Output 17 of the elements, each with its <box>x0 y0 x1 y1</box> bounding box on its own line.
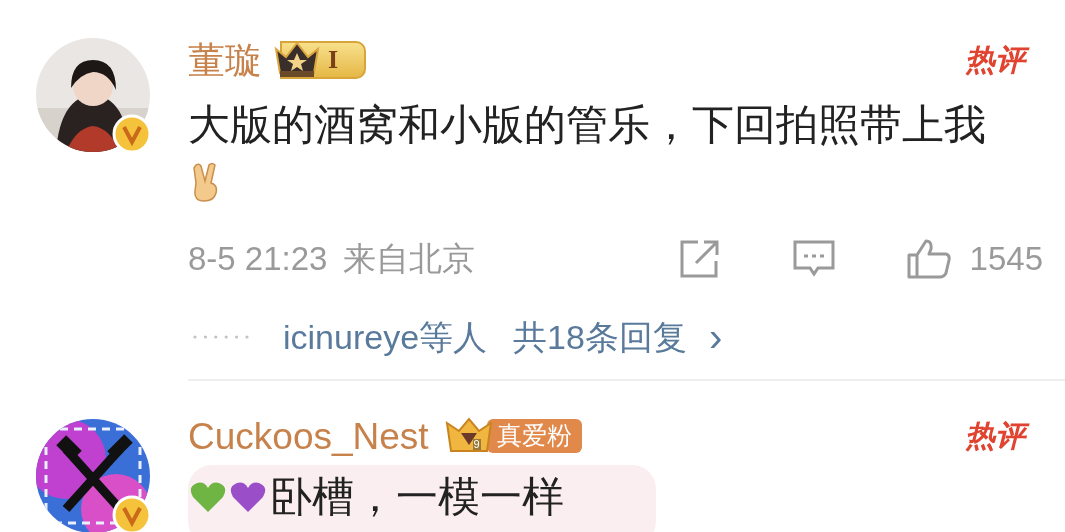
ellipsis-icon <box>192 334 250 340</box>
author-name[interactable]: 董璇 <box>188 41 262 79</box>
like-count: 1545 <box>969 239 1043 280</box>
comment-text: 卧槽，一模一样 <box>270 472 564 522</box>
like-icon[interactable] <box>905 238 952 280</box>
hot-comment-label: 热评 <box>961 40 1029 80</box>
comment-icon[interactable] <box>791 239 836 279</box>
chevron-icon[interactable]: › <box>708 317 723 357</box>
rank-number: 9 <box>472 439 481 450</box>
replier-names[interactable]: icinureye等人 <box>283 311 488 363</box>
timestamp: 8-5 21:23 <box>188 239 328 280</box>
comment-text: 大版的酒窝和小版的管乐，下回拍照带上我 <box>188 100 986 150</box>
reply-count-link[interactable]: 共18条回复 <box>513 311 687 363</box>
author-name[interactable]: Cuckoos_Nest <box>188 417 429 455</box>
hot-comment-label: 热评 <box>961 416 1029 456</box>
fan-badge: 真爱粉 <box>486 419 582 453</box>
location-text: 来自北京 <box>343 239 476 280</box>
